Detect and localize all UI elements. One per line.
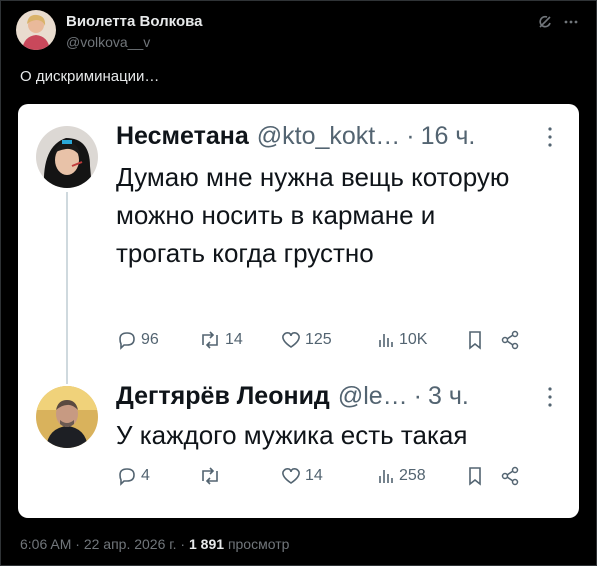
post-meta: 6:06 AM · 22 апр. 2026 г. · 1 891 просмо… [20, 536, 289, 552]
reply-text: Думаю мне нужна вещь которую можно носит… [116, 162, 510, 268]
like-count: 125 [305, 331, 332, 348]
like-button[interactable]: 14 [280, 466, 376, 486]
like-count: 14 [305, 467, 323, 484]
meta-separator: · [176, 536, 189, 552]
reply-button[interactable]: 96 [116, 330, 198, 350]
reply-text: У каждого мужика есть такая [116, 420, 468, 450]
bookmark-button[interactable] [466, 330, 500, 350]
screenshot-card: Несметана @kto_kokt… · 16 ч. Думаю мне н… [18, 104, 579, 518]
thread-line [66, 192, 68, 384]
like-icon [282, 332, 300, 348]
reply-author-name[interactable]: Несметана [116, 122, 249, 151]
reply-icon [119, 332, 135, 350]
like-icon [282, 468, 300, 484]
bookmark-icon [469, 467, 481, 486]
bookmark-button[interactable] [466, 466, 500, 486]
views-label: просмотр [227, 536, 290, 552]
reply-author-handle[interactable]: @le… [338, 382, 408, 411]
reply-button[interactable]: 4 [116, 466, 198, 486]
bookmark-icon [469, 331, 481, 350]
reply-icon [119, 468, 135, 486]
more-icon[interactable] [547, 386, 553, 414]
views-count: 10K [399, 331, 428, 348]
reply-timestamp[interactable]: 3 ч. [428, 382, 469, 411]
reply-count: 96 [141, 331, 159, 348]
post-time[interactable]: 6:06 AM [20, 536, 71, 552]
like-button[interactable]: 125 [280, 330, 376, 350]
reply-timestamp[interactable]: 16 ч. [421, 122, 476, 151]
post-date[interactable]: 22 апр. 2026 г. [84, 536, 177, 552]
share-button[interactable] [500, 466, 520, 486]
views-count: 258 [399, 467, 426, 484]
reply-actions: 96 14 125 10K [116, 330, 559, 350]
author-handle[interactable]: @volkova__v [66, 34, 150, 50]
more-icon[interactable] [563, 14, 579, 35]
views-icon [379, 334, 393, 347]
retweet-button[interactable]: 14 [198, 330, 280, 350]
reply-count: 4 [141, 467, 150, 484]
share-icon [501, 466, 519, 486]
reply-header: Несметана @kto_kokt… · 16 ч. [116, 122, 475, 151]
post-top-actions [537, 14, 579, 35]
meta-separator: · [71, 536, 84, 552]
share-button[interactable] [500, 330, 520, 350]
views-total: 1 891 [189, 536, 225, 552]
retweet-icon [202, 467, 218, 485]
post-text: О дискриминации… [20, 68, 160, 85]
views-icon [379, 470, 393, 483]
reply-header: Дегтярёв Леонид @le… · 3 ч. [116, 382, 469, 411]
views-button[interactable]: 258 [376, 466, 466, 486]
retweet-count: 14 [225, 331, 243, 348]
separator-dot: · [413, 382, 422, 410]
reply-author-handle[interactable]: @kto_kokt… [257, 122, 400, 151]
author-name[interactable]: Виолетта Волкова [66, 13, 203, 30]
share-icon [501, 330, 519, 350]
reply-avatar[interactable] [36, 386, 98, 448]
reply-avatar[interactable] [36, 126, 98, 188]
reply-actions: 4 14 258 [116, 466, 559, 486]
retweet-button[interactable] [198, 466, 280, 486]
more-icon[interactable] [547, 126, 553, 154]
separator-dot: · [406, 122, 415, 150]
author-avatar[interactable] [16, 10, 56, 50]
views-button[interactable]: 10K [376, 330, 466, 350]
retweet-icon [202, 331, 218, 349]
grok-icon[interactable] [537, 14, 553, 35]
reply-author-name[interactable]: Дегтярёв Леонид [116, 382, 330, 411]
